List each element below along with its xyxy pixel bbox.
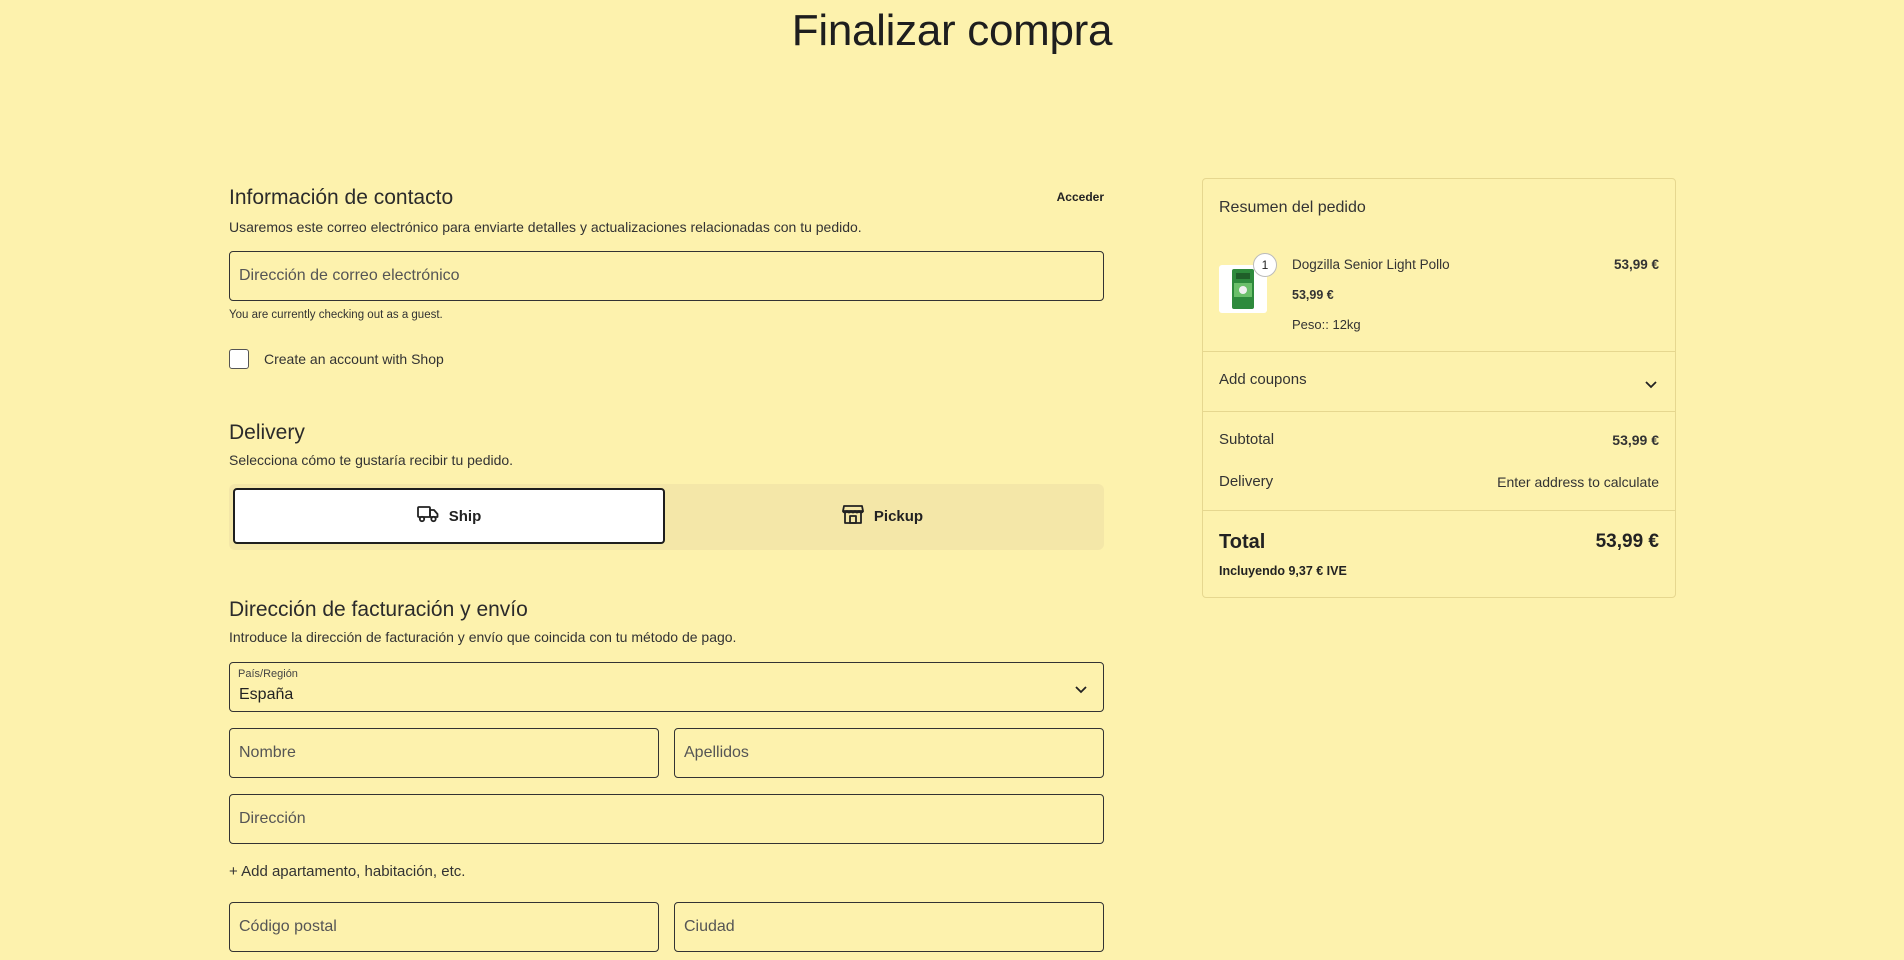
address-placeholder: Dirección [239,810,306,827]
product-line-total: 53,99 € [1613,257,1659,272]
address-description: Introduce la dirección de facturación y … [229,629,737,645]
add-apartment-link[interactable]: + Add apartamento, habitación, etc. [229,863,465,880]
country-label: País/Región [238,668,298,680]
create-account-checkbox[interactable] [229,349,249,369]
country-value: España [239,686,294,703]
email-placeholder: Dirección de correo electrónico [239,267,460,284]
email-field[interactable]: Dirección de correo electrónico [229,251,1104,301]
total-label: Total [1219,531,1266,553]
add-coupons-toggle[interactable]: Add coupons [1203,352,1675,410]
summary-title: Resumen del pedido [1219,199,1366,216]
country-select[interactable]: País/Región España [229,662,1104,712]
page-title: Finalizar compra [791,6,1113,55]
ship-option[interactable]: Ship [233,488,665,544]
first-name-placeholder: Nombre [239,744,296,761]
delivery-label: Delivery [1219,473,1274,490]
product-attribute: Peso:: 12kg [1292,317,1361,332]
add-coupons-label: Add coupons [1219,371,1307,388]
last-name-field[interactable]: Apellidos [674,728,1104,778]
subtotal-value: 53,99 € [1612,432,1659,448]
contact-description: Usaremos este correo electrónico para en… [229,219,862,235]
login-link[interactable]: Acceder [1057,190,1104,204]
product-unit-price: 53,99 € [1292,288,1334,302]
pickup-option[interactable]: Pickup [665,488,1100,544]
subtotal-label: Subtotal [1219,431,1275,448]
delivery-value: Enter address to calculate [1497,474,1659,490]
quantity-badge: 1 [1253,253,1277,277]
chevron-down-icon [1645,376,1657,394]
tax-note: Incluyendo 9,37 € IVE [1219,564,1347,578]
divider [1203,510,1675,511]
city-placeholder: Ciudad [684,918,735,935]
city-field[interactable]: Ciudad [674,902,1104,952]
store-icon [842,504,864,528]
last-name-placeholder: Apellidos [684,744,749,761]
delivery-method-toggle: Ship Pickup [229,484,1104,550]
total-value: 53,99 € [1595,531,1659,552]
contact-title: Información de contacto [229,186,454,209]
postal-code-placeholder: Código postal [239,918,337,935]
pickup-label: Pickup [873,507,924,525]
chevron-down-icon [1075,681,1087,699]
create-account-label: Create an account with Shop [264,351,444,367]
divider [1203,411,1675,412]
delivery-title: Delivery [229,421,305,444]
truck-icon [416,505,439,527]
order-summary: Resumen del pedido 1 Dogzilla Senior Lig… [1202,178,1676,598]
address-title: Dirección de facturación y envío [229,598,528,621]
ship-label: Ship [448,507,482,525]
address-field[interactable]: Dirección [229,794,1104,844]
first-name-field[interactable]: Nombre [229,728,659,778]
postal-code-field[interactable]: Código postal [229,902,659,952]
delivery-description: Selecciona cómo te gustaría recibir tu p… [229,452,514,468]
product-name: Dogzilla Senior Light Pollo [1292,257,1450,272]
guest-note: You are currently checking out as a gues… [229,309,443,321]
